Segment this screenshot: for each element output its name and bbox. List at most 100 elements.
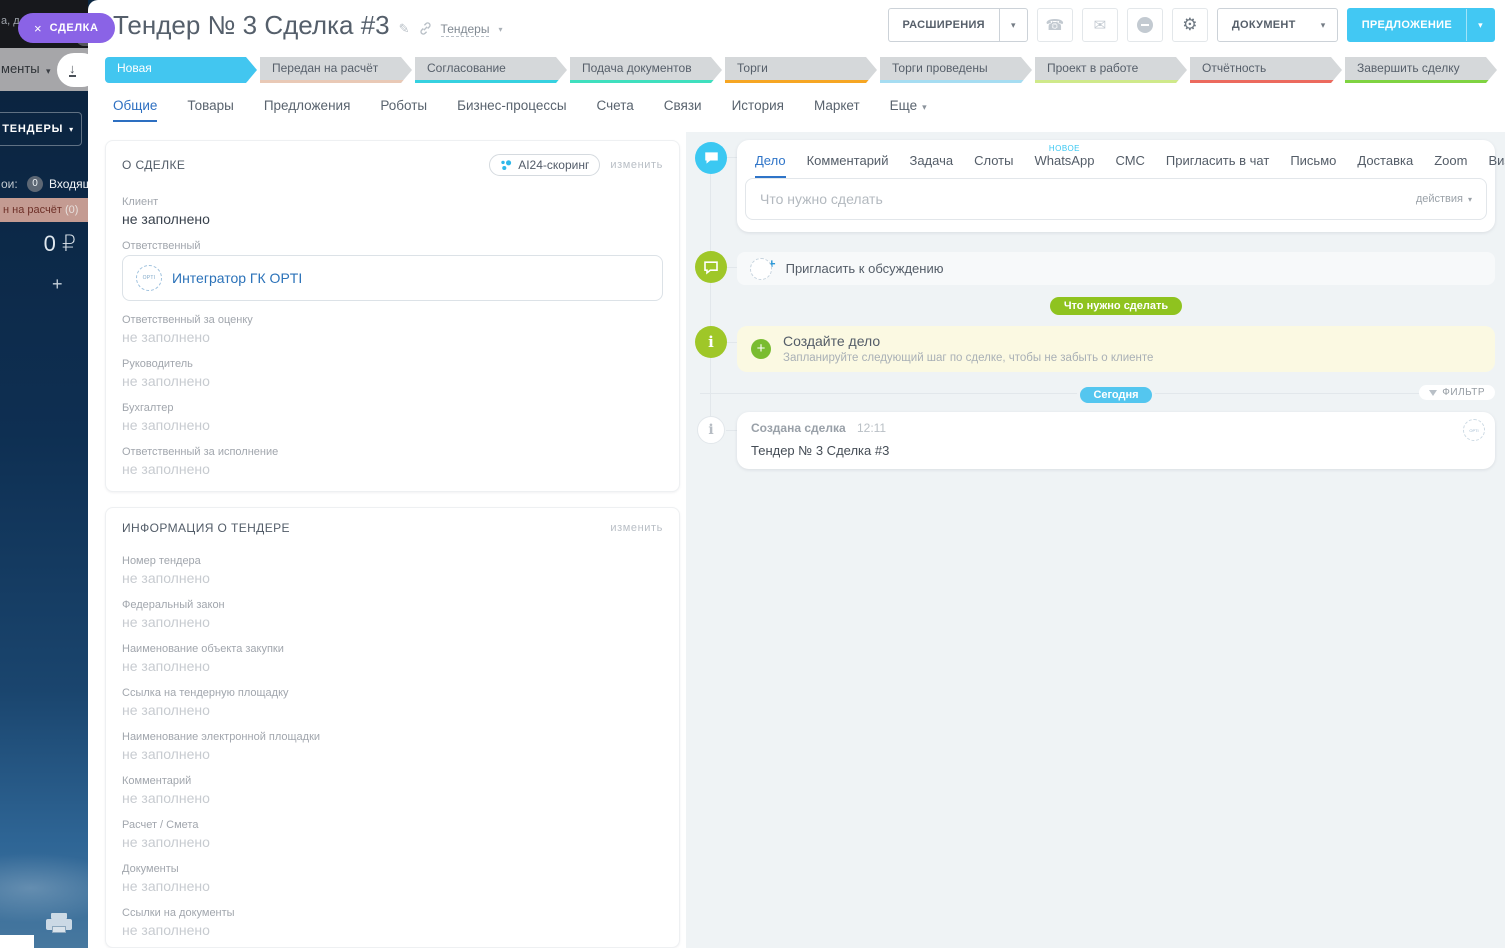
field-value[interactable]: не заполнено	[122, 834, 663, 850]
discussion-bubble-icon	[695, 251, 727, 283]
field-label: Федеральный закон	[122, 599, 663, 611]
chat-button[interactable]	[1127, 8, 1163, 42]
close-icon[interactable]: ×	[34, 21, 42, 36]
tab-9[interactable]: Маркет	[814, 98, 860, 122]
stage-7[interactable]: Проект в работе	[1035, 57, 1187, 83]
proposal-button[interactable]: ПРЕДЛОЖЕНИЕ ▾	[1347, 8, 1495, 42]
tab-5[interactable]: Бизнес-процессы	[457, 98, 566, 122]
tab-4[interactable]: Роботы	[380, 98, 427, 122]
ai-scoring-badge[interactable]: AI24-скоринг	[489, 154, 600, 176]
deal-slider-label: СДЕЛКА	[50, 22, 99, 34]
today-divider: Сегодня ФИЛЬТР	[700, 384, 1495, 404]
field-Ответственный за оценку: Ответственный за оценкуне заполнено	[122, 314, 663, 345]
kanban-column-header[interactable]: н на расчёт (0)	[0, 198, 88, 222]
field-value[interactable]: не заполнено	[122, 614, 663, 630]
document-button[interactable]: ДОКУМЕНТ ▾	[1217, 8, 1338, 42]
collapse-button[interactable]: ↓	[57, 53, 88, 87]
timeline-tab-11[interactable]: Визит	[1488, 153, 1505, 178]
add-deal-button[interactable]: +	[52, 274, 63, 295]
pipeline-selector[interactable]: Тендеры	[441, 22, 490, 37]
avatar	[1463, 419, 1485, 441]
timeline-tab-4[interactable]: Слоты	[974, 153, 1013, 178]
field-label: Наименование электронной площадки	[122, 731, 663, 743]
phone-icon: ☎	[1046, 16, 1065, 34]
stage-9[interactable]: Завершить сделку	[1345, 57, 1497, 83]
tab-3[interactable]: Предложения	[264, 98, 351, 122]
tab-8[interactable]: История	[732, 98, 784, 122]
filter-button[interactable]: ФИЛЬТР	[1419, 385, 1495, 400]
printer-icon[interactable]	[46, 913, 72, 935]
field-value[interactable]: не заполнено	[122, 790, 663, 806]
stage-3[interactable]: Согласование	[415, 57, 567, 83]
actions-label: действия	[1416, 193, 1463, 205]
stage-8[interactable]: Отчётность	[1190, 57, 1342, 83]
field-value[interactable]: не заполнено	[122, 329, 663, 345]
invite-to-discussion[interactable]: + Пригласить к обсуждению	[737, 252, 1495, 285]
deal-slider-tab[interactable]: × СДЕЛКА	[18, 13, 115, 43]
field-value[interactable]: не заполнено	[122, 461, 663, 477]
stage-6[interactable]: Торги проведены	[880, 57, 1032, 83]
info-icon: i	[695, 326, 727, 358]
field-value[interactable]: не заполнено	[122, 878, 663, 894]
field-value[interactable]: не заполнено	[122, 746, 663, 762]
todo-input[interactable]	[760, 191, 1416, 207]
extensions-button[interactable]: РАСШИРЕНИЯ ▾	[888, 8, 1028, 42]
column-amount: 0 ₽	[44, 231, 76, 257]
stage-2[interactable]: Передан на расчёт	[260, 57, 412, 83]
settings-button[interactable]: ⚙	[1172, 8, 1208, 42]
timeline-entry[interactable]: Создана сделка 12:11 Тендер № 3 Сделка #…	[737, 412, 1495, 469]
edit-title-icon[interactable]: ✎	[399, 21, 410, 37]
entry-body: Тендер № 3 Сделка #3	[751, 443, 889, 458]
pipeline-stage-bar: НоваяПередан на расчётСогласованиеПодача…	[105, 57, 1497, 83]
timeline-tab-10[interactable]: Zoom	[1434, 153, 1467, 178]
actions-dropdown[interactable]: действия ▾	[1416, 193, 1472, 205]
email-button[interactable]: ✉	[1082, 8, 1118, 42]
field-Документы: Документыне заполнено	[122, 863, 663, 894]
tab-1[interactable]: Общие	[113, 98, 157, 122]
timeline-tab-6[interactable]: СМС	[1115, 153, 1144, 178]
chevron-down-icon: ▾	[46, 66, 51, 77]
ai-scoring-icon	[500, 159, 512, 171]
tab-7[interactable]: Связи	[664, 98, 702, 122]
call-button[interactable]: ☎	[1037, 8, 1073, 42]
timeline-tab-7[interactable]: Пригласить в чат	[1166, 153, 1269, 178]
tab-more[interactable]: Еще▾	[890, 98, 927, 122]
stage-5[interactable]: Торги	[725, 57, 877, 83]
extensions-label: РАСШИРЕНИЯ	[889, 19, 999, 31]
field-value[interactable]: не заполнено	[122, 658, 663, 674]
timeline-composer-card: Дело Комментарий Задача Слоты WhatsAppНОВОЕ С…	[737, 140, 1495, 232]
field-value[interactable]: не заполнено	[122, 570, 663, 586]
field-label: Клиент	[122, 196, 663, 208]
copy-link-icon[interactable]	[419, 22, 432, 35]
timeline-tab-5[interactable]: WhatsAppНОВОЕ	[1034, 153, 1094, 178]
field-value[interactable]: не заполнено	[122, 373, 663, 389]
responsible-user-link[interactable]: Интегратор ГК OPTI	[172, 270, 302, 286]
todo-pill[interactable]: Что нужно сделать	[1050, 297, 1182, 315]
documents-menu-fragment[interactable]: менты	[1, 61, 40, 76]
tab-2[interactable]: Товары	[187, 98, 233, 122]
responsible-user-box[interactable]: Интегратор ГК OPTI	[122, 255, 663, 301]
timeline-tab-1[interactable]: Дело	[755, 153, 786, 178]
tenders-filter-button[interactable]: ТЕНДЕРЫ ▾	[0, 112, 82, 146]
timeline-tab-8[interactable]: Письмо	[1290, 153, 1336, 178]
chevron-down-icon: ▾	[922, 102, 927, 113]
timeline-tab-2[interactable]: Комментарий	[807, 153, 889, 178]
edit-section-link[interactable]: изменить	[610, 159, 663, 171]
tab-6[interactable]: Счета	[597, 98, 634, 122]
invite-label: Пригласить к обсуждению	[786, 261, 944, 276]
field-value[interactable]: не заполнено	[122, 417, 663, 433]
chevron-down-icon[interactable]: ▾	[1000, 20, 1027, 31]
timeline-tab-9[interactable]: Доставка	[1357, 153, 1413, 178]
field-value[interactable]: не заполнено	[122, 702, 663, 718]
field-value[interactable]: не заполнено	[122, 211, 663, 227]
create-activity-hint[interactable]: + Создайте дело Запланируйте следующий ш…	[737, 326, 1495, 372]
timeline-tab-3[interactable]: Задача	[909, 153, 953, 178]
plus-icon[interactable]: +	[751, 339, 771, 359]
chevron-down-icon[interactable]: ▾	[1467, 20, 1494, 31]
incoming-counter-fragment[interactable]: Входящ	[49, 177, 88, 191]
today-pill[interactable]: Сегодня	[1077, 384, 1154, 406]
stage-4[interactable]: Подача документов	[570, 57, 722, 83]
stage-1[interactable]: Новая	[105, 57, 257, 83]
edit-section-link[interactable]: изменить	[610, 522, 663, 534]
field-value[interactable]: не заполнено	[122, 922, 663, 938]
